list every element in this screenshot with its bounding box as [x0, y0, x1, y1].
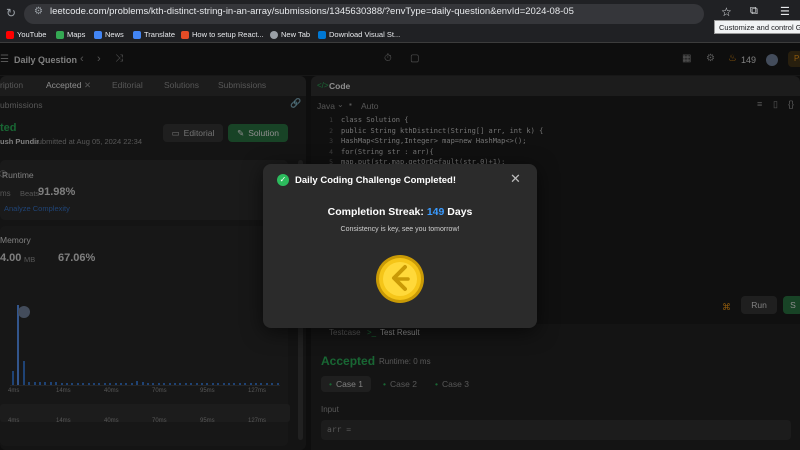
bookmark-maps[interactable]: Maps [56, 30, 85, 39]
streak-unit: Days [447, 206, 473, 218]
modal-title: Daily Coding Challenge Completed! [295, 175, 456, 186]
reload-icon[interactable]: ↻ [6, 6, 16, 20]
bookmarks-bar: YouTube Maps News Translate How to setup… [0, 28, 800, 43]
modal-message: Consistency is key, see you tomorrow! [340, 226, 460, 233]
menu-icon[interactable]: ☰ [780, 5, 790, 18]
youtube-icon [6, 30, 14, 39]
bookmark-newtab[interactable]: New Tab [270, 30, 310, 39]
bookmark-vscode[interactable]: Download Visual St... [318, 30, 400, 39]
chrome-tooltip: Customize and control Google Chrome [714, 20, 800, 34]
maps-icon [56, 30, 64, 39]
streak-line: Completion Streak: 149 Days [263, 206, 537, 218]
browser-toolbar: ↻ ⚙ leetcode.com/problems/kth-distinct-s… [0, 0, 800, 28]
extensions-icon[interactable]: ⧉ [750, 5, 758, 18]
screen: ↻ ⚙ leetcode.com/problems/kth-distinct-s… [0, 0, 800, 450]
url-text: leetcode.com/problems/kth-distinct-strin… [50, 6, 574, 17]
bookmark-star-icon[interactable]: ☆ [721, 5, 732, 19]
streak-number: 149 [426, 206, 445, 218]
daily-challenge-modal: ✓ Daily Coding Challenge Completed! ✕ Co… [263, 164, 537, 328]
close-icon[interactable]: ✕ [510, 171, 521, 187]
vscode-icon [318, 30, 326, 39]
bookmark-youtube[interactable]: YouTube [6, 30, 46, 39]
check-circle-icon: ✓ [277, 174, 289, 186]
streak-label: Completion Streak: [327, 206, 424, 218]
chrome-icon [270, 30, 278, 39]
bookmark-react[interactable]: How to setup React... [181, 30, 264, 39]
translate-icon [133, 30, 141, 39]
react-site-icon [181, 30, 189, 39]
leetcode-coin-icon [375, 254, 425, 304]
news-icon [94, 30, 102, 39]
site-info-icon[interactable]: ⚙ [34, 6, 43, 17]
bookmark-translate[interactable]: Translate [133, 30, 175, 39]
bookmark-news[interactable]: News [94, 30, 124, 39]
